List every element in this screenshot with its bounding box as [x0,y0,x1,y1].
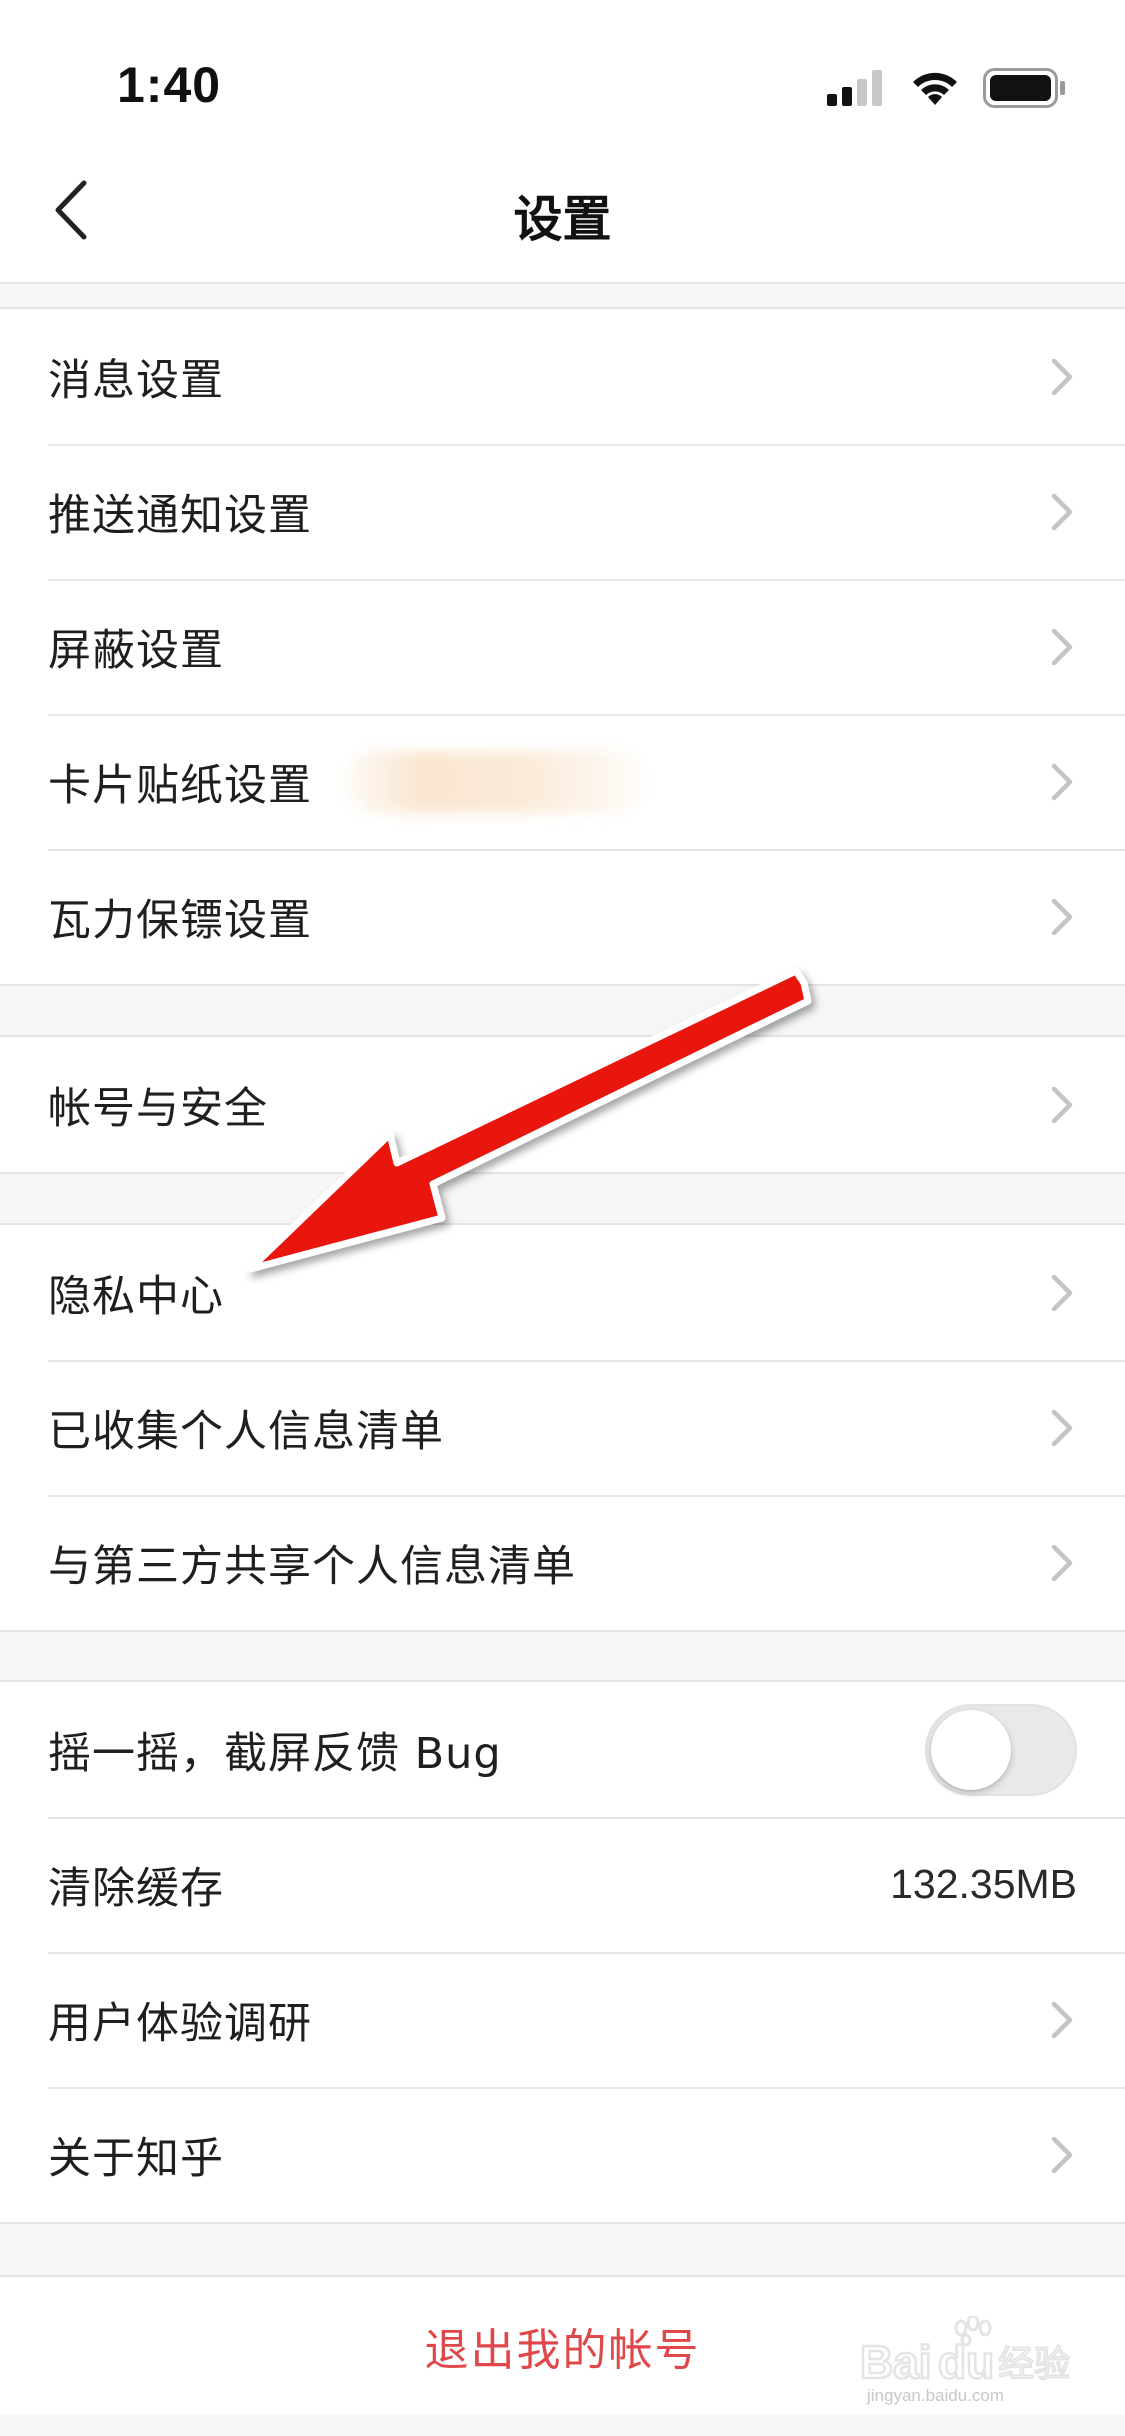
cache-size-value: 132.35MB [890,1861,1077,1907]
settings-row-label: 屏蔽设置 [48,625,224,676]
page-title: 设置 [513,191,612,248]
chevron-right-icon [1047,892,1077,942]
chevron-right-icon [1047,622,1077,672]
settings-row-label: 已收集个人信息清单 [48,1406,444,1457]
settings-row-label: 摇一摇，截屏反馈 Bug [48,1728,502,1779]
chevron-right-icon [1047,352,1077,402]
settings-row-third-party-shared-info[interactable]: 与第三方共享个人信息清单 [0,1495,1125,1630]
settings-row-collected-info[interactable]: 已收集个人信息清单 [0,1360,1125,1495]
chevron-right-icon [1047,1995,1077,2045]
settings-row-wali-guard[interactable]: 瓦力保镖设置 [0,849,1125,984]
settings-row-block[interactable]: 屏蔽设置 [0,579,1125,714]
wifi-icon [913,72,957,105]
toggle-knob [931,1709,1011,1790]
svg-text:Bai: Bai [860,2336,932,2386]
settings-row-label: 帐号与安全 [48,1083,268,1134]
settings-row-label: 用户体验调研 [48,1998,312,2049]
svg-text:经验: 经验 [998,2344,1070,2385]
settings-row-label: 卡片贴纸设置 [48,760,312,811]
settings-row-card-sticker[interactable]: 卡片贴纸设置 [0,714,1125,849]
chevron-right-icon [1047,1268,1077,1318]
settings-row-label: 与第三方共享个人信息清单 [48,1541,576,1592]
settings-row-push-notification[interactable]: 推送通知设置 [0,444,1125,579]
settings-row-privacy-center[interactable]: 隐私中心 [0,1225,1125,1360]
shake-feedback-toggle[interactable] [925,1703,1077,1796]
settings-row-ux-survey[interactable]: 用户体验调研 [0,1952,1125,2087]
settings-row-message[interactable]: 消息设置 [0,309,1125,444]
settings-row-label: 消息设置 [48,355,224,406]
settings-row-label: 关于知乎 [48,2133,224,2184]
settings-row-about[interactable]: 关于知乎 [0,2087,1125,2222]
baidu-jingyan-logo: Bai du 经验 [860,2316,1071,2386]
battery-icon [983,68,1065,108]
chevron-right-icon [1047,1538,1077,1588]
cellular-signal-icon [827,70,882,106]
settings-row-label: 推送通知设置 [48,490,312,541]
chevron-right-icon [1047,1403,1077,1453]
chevron-right-icon [1047,487,1077,537]
svg-text:du: du [938,2336,994,2386]
settings-group-account: 帐号与安全 [0,1035,1125,1174]
status-bar: 1:40 [0,0,1125,140]
settings-row-label: 清除缓存 [48,1863,224,1914]
settings-group-general: 消息设置 推送通知设置 屏蔽设置 卡片贴纸设置 瓦力保镖设置 [0,307,1125,986]
settings-row-label: 隐私中心 [48,1271,224,1322]
chevron-right-icon [1047,1080,1077,1130]
blurred-content [345,750,645,813]
chevron-right-icon [1047,757,1077,807]
settings-group-misc: 摇一摇，截屏反馈 Bug 清除缓存 132.35MB 用户体验调研 关于知乎 [0,1680,1125,2224]
settings-row-label: 瓦力保镖设置 [48,895,312,946]
chevron-right-icon [1047,2130,1077,2180]
watermark-url: jingyan.baidu.com [867,2386,1005,2405]
settings-row-clear-cache[interactable]: 清除缓存 132.35MB [0,1817,1125,1952]
settings-group-privacy: 隐私中心 已收集个人信息清单 与第三方共享个人信息清单 [0,1223,1125,1632]
status-icons [827,68,1067,108]
status-time: 1:40 [117,57,222,113]
settings-row-shake-feedback: 摇一摇，截屏反馈 Bug [0,1682,1125,1817]
navigation-bar: 设置 [0,140,1125,284]
settings-row-account-security[interactable]: 帐号与安全 [0,1037,1125,1172]
